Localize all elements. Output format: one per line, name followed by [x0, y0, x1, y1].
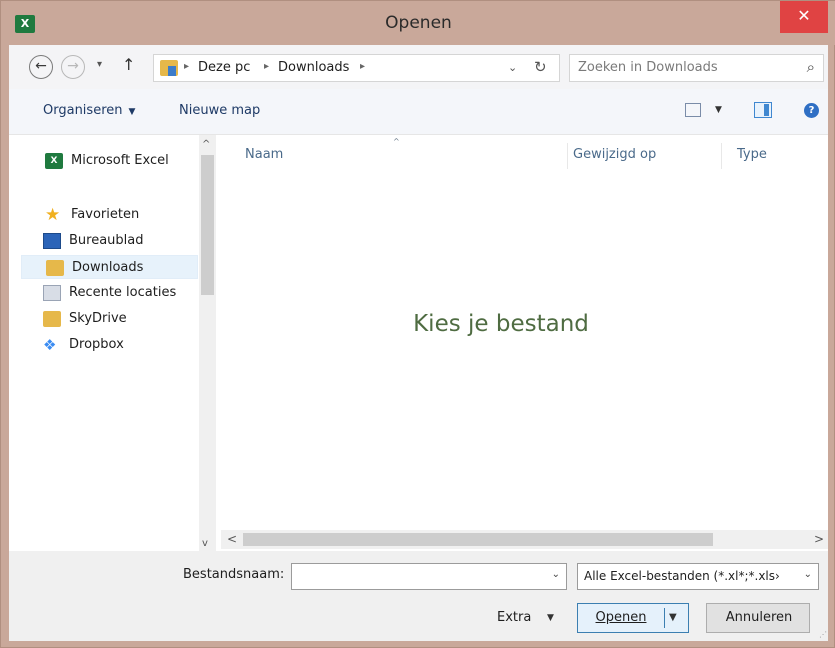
nav-item-label: Dropbox	[69, 337, 124, 352]
file-type-filter-value: Alle Excel-bestanden (*.xl*;*.xls›	[584, 569, 780, 583]
scroll-right-icon[interactable]: >	[814, 532, 824, 546]
address-row: ← → ▾ ↑ ▸ Deze pc ▸ Downloads ▸ ⌄ ↻ Zoek…	[9, 45, 828, 89]
breadcrumb-separator-icon[interactable]: ▸	[184, 61, 189, 72]
nav-item-skydrive[interactable]: SkyDrive	[43, 307, 193, 331]
file-type-filter-select[interactable]: Alle Excel-bestanden (*.xl*;*.xls› ⌄	[577, 563, 819, 590]
scrollbar-thumb[interactable]	[243, 533, 713, 546]
scroll-left-icon[interactable]: <	[227, 532, 237, 546]
breadcrumb-separator-icon[interactable]: ▸	[360, 61, 365, 72]
organize-label: Organiseren	[43, 103, 123, 118]
downloads-folder-icon	[46, 260, 64, 276]
nav-item-favorieten[interactable]: ★ Favorieten	[45, 203, 195, 227]
nav-item-bureaublad[interactable]: Bureaublad	[43, 229, 193, 253]
file-list[interactable]: Naam ^ Gewijzigd op Type Kies je bestand	[221, 135, 828, 530]
forward-button[interactable]: →	[61, 55, 85, 79]
dialog-client-area: ← → ▾ ↑ ▸ Deze pc ▸ Downloads ▸ ⌄ ↻ Zoek…	[9, 45, 828, 641]
breadcrumb-downloads[interactable]: Downloads	[278, 60, 349, 75]
scroll-up-icon[interactable]: ^	[202, 139, 210, 150]
star-icon: ★	[45, 205, 61, 225]
title-bar[interactable]: X Openen ✕	[1, 1, 835, 45]
split-divider	[664, 608, 665, 628]
organize-button[interactable]: Organiseren ▼	[43, 103, 135, 118]
file-list-horizontal-scrollbar[interactable]: < >	[221, 530, 828, 549]
search-box[interactable]: Zoeken in Downloads ⌕	[569, 54, 824, 82]
address-dropdown-icon[interactable]: ⌄	[508, 61, 517, 74]
open-button-label: Openen	[595, 610, 647, 625]
excel-icon: X	[45, 153, 63, 169]
dialog-footer: Bestandsnaam: ⌄ Alle Excel-bestanden (*.…	[9, 551, 828, 641]
refresh-icon[interactable]: ↻	[534, 58, 547, 76]
sort-ascending-icon: ^	[393, 137, 400, 146]
filename-field[interactable]: ⌄	[291, 563, 567, 590]
new-folder-button[interactable]: Nieuwe map	[179, 103, 260, 118]
nav-item-label: Favorieten	[71, 207, 140, 222]
extra-dropdown-icon[interactable]: ▼	[547, 613, 554, 623]
help-icon[interactable]: ?	[804, 103, 819, 118]
column-header-gewijzigd-op[interactable]: Gewijzigd op	[573, 147, 656, 162]
nav-item-label: Downloads	[72, 260, 144, 275]
column-header-type[interactable]: Type	[737, 147, 767, 162]
nav-item-label: SkyDrive	[69, 311, 127, 326]
empty-folder-message: Kies je bestand	[413, 311, 589, 337]
preview-pane-icon[interactable]	[754, 102, 772, 118]
up-button[interactable]: ↑	[122, 55, 135, 74]
cancel-button[interactable]: Annuleren	[706, 603, 810, 633]
column-header-naam[interactable]: Naam	[245, 147, 283, 162]
nav-item-label: Microsoft Excel	[71, 153, 169, 168]
filename-dropdown-icon[interactable]: ⌄	[552, 569, 560, 580]
breadcrumb-deze-pc[interactable]: Deze pc	[198, 60, 250, 75]
skydrive-icon	[43, 311, 61, 327]
desktop-icon	[43, 233, 61, 249]
recent-locations-dropdown[interactable]: ▾	[97, 59, 102, 70]
breadcrumb-separator-icon[interactable]: ▸	[264, 61, 269, 72]
column-divider[interactable]	[567, 143, 568, 169]
filename-label: Bestandsnaam:	[183, 567, 285, 582]
scroll-down-icon[interactable]: v	[202, 538, 208, 549]
nav-item-downloads[interactable]: Downloads	[21, 255, 198, 279]
close-button[interactable]: ✕	[780, 1, 828, 33]
back-button[interactable]: ←	[29, 55, 53, 79]
column-divider[interactable]	[721, 143, 722, 169]
search-placeholder: Zoeken in Downloads	[578, 60, 718, 75]
filter-dropdown-icon[interactable]: ⌄	[804, 569, 812, 580]
view-options-icon[interactable]	[685, 103, 701, 117]
address-bar[interactable]: ▸ Deze pc ▸ Downloads ▸ ⌄ ↻	[153, 54, 560, 82]
navigation-pane: X Microsoft Excel ★ Favorieten Bureaubla…	[9, 135, 217, 551]
scrollbar-thumb[interactable]	[201, 155, 214, 295]
search-icon[interactable]: ⌕	[807, 58, 815, 76]
nav-item-label: Bureaublad	[69, 233, 144, 248]
downloads-folder-icon	[160, 60, 178, 76]
resize-grip-icon[interactable]: ⋰	[819, 630, 827, 639]
extra-tools-button[interactable]: Extra	[497, 610, 531, 625]
nav-pane-scrollbar[interactable]: ^ v	[199, 135, 216, 551]
open-options-dropdown-icon[interactable]: ▼	[669, 612, 677, 623]
nav-item-microsoft-excel[interactable]: X Microsoft Excel	[45, 149, 195, 173]
nav-item-dropbox[interactable]: ❖ Dropbox	[43, 333, 193, 357]
open-dialog-window: X Openen ✕ ← → ▾ ↑ ▸ Deze pc ▸ Downloads…	[0, 0, 835, 648]
nav-item-label: Recente locaties	[69, 285, 177, 300]
nav-item-recente-locaties[interactable]: Recente locaties	[43, 281, 193, 305]
recent-places-icon	[43, 285, 61, 301]
open-button[interactable]: Openen ▼	[577, 603, 689, 633]
window-title: Openen	[385, 13, 452, 33]
command-toolbar: Organiseren ▼ Nieuwe map ▼ ?	[9, 89, 828, 135]
dropbox-icon: ❖	[43, 336, 57, 354]
view-dropdown-icon[interactable]: ▼	[715, 105, 722, 115]
cancel-button-label: Annuleren	[725, 610, 793, 625]
chevron-down-icon: ▼	[128, 107, 136, 117]
